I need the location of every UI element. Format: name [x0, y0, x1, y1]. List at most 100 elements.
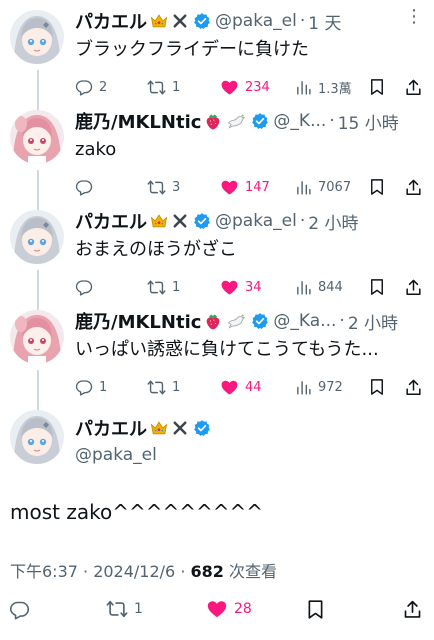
share-button[interactable] — [404, 176, 423, 198]
reply-count: 1 — [99, 379, 108, 395]
bookmark-button[interactable] — [368, 176, 386, 198]
tweet-header: 鹿乃/MKLNtic @_K... · 15 小時 — [75, 108, 424, 134]
reply-icon — [75, 378, 93, 396]
like-button[interactable]: 28 — [206, 598, 252, 620]
retweet-button[interactable]: 3 — [147, 176, 180, 198]
separator-dot: · — [299, 211, 306, 231]
bookmark-button[interactable] — [305, 598, 326, 620]
display-name[interactable]: パカエル — [75, 415, 147, 441]
strawberry-icon — [203, 111, 223, 131]
reply-button[interactable] — [75, 276, 99, 298]
user-handle[interactable]: @_K... — [273, 111, 326, 131]
reply-button[interactable]: 2 — [75, 76, 107, 98]
heart-icon — [220, 378, 239, 397]
reply-icon — [75, 178, 93, 196]
share-icon — [404, 378, 423, 397]
share-icon — [402, 599, 423, 620]
reply-icon — [75, 78, 93, 96]
retweet-icon — [106, 598, 128, 620]
heart-icon — [220, 278, 239, 297]
verified-badge-icon — [251, 112, 269, 130]
timestamp[interactable]: 1 天 — [308, 9, 341, 34]
thread-tweet[interactable]: 鹿乃/MKLNtic @_K... · 15 小時 zako 3 147 706… — [0, 100, 434, 200]
bookmark-button[interactable] — [368, 76, 386, 98]
retweet-icon — [147, 178, 166, 197]
bookmark-icon — [368, 378, 386, 396]
views-icon — [295, 179, 312, 196]
display-name[interactable]: 鹿乃/MKLNtic — [75, 108, 201, 134]
main-tweet-text: most zako^^^^^^^^^ — [10, 500, 264, 524]
retweet-icon — [147, 78, 166, 97]
view-count: 972 — [318, 379, 343, 395]
strawberry-icon — [203, 311, 223, 331]
views-button[interactable]: 844 — [295, 276, 343, 298]
action-bar: 1 34 844 — [75, 276, 424, 298]
main-view-count: 682 — [190, 562, 224, 581]
bookmark-button[interactable] — [368, 276, 386, 298]
more-options-icon[interactable]: ⋮ — [405, 6, 424, 27]
share-button[interactable] — [404, 76, 423, 98]
retweet-button[interactable]: 1 — [147, 276, 180, 298]
reply-button[interactable]: 1 — [75, 376, 107, 398]
like-count: 44 — [245, 379, 262, 395]
tweet-header: パカエル @paka_el · 2 小時 — [75, 208, 424, 234]
verified-badge-icon — [193, 212, 211, 230]
reply-icon — [75, 278, 93, 296]
tweet-text: ブラックフライデーに負けた — [75, 39, 309, 60]
like-button[interactable]: 234 — [220, 76, 270, 98]
timestamp[interactable]: 2 小時 — [348, 309, 398, 334]
bookmark-icon — [368, 278, 386, 296]
like-button[interactable]: 44 — [220, 376, 262, 398]
timestamp[interactable]: 15 小時 — [338, 109, 399, 134]
display-name[interactable]: 鹿乃/MKLNtic — [75, 308, 201, 334]
main-avatar[interactable] — [10, 410, 64, 464]
thread-tweet[interactable]: パカエル @paka_el · 2 小時 おまえのほうがざこ 1 34 844 — [0, 200, 434, 300]
timestamp[interactable]: 2 小時 — [308, 209, 358, 234]
share-button[interactable] — [404, 376, 423, 398]
user-handle[interactable]: @paka_el — [215, 211, 297, 231]
reply-button[interactable] — [75, 176, 99, 198]
like-count: 28 — [234, 601, 252, 617]
post-timestamp[interactable]: 下午6:37 · 2024/12/6 · — [10, 562, 191, 581]
share-button[interactable] — [404, 276, 423, 298]
user-handle[interactable]: @paka_el — [75, 445, 211, 465]
views-icon — [295, 279, 312, 296]
retweet-button[interactable]: 1 — [147, 76, 180, 98]
dove-icon — [225, 111, 247, 131]
main-author: パカエル @paka_el — [75, 415, 211, 465]
views-button[interactable]: 7067 — [295, 176, 351, 198]
views-button[interactable]: 972 — [295, 376, 343, 398]
bookmark-icon — [368, 178, 386, 196]
tweet-text: zako — [75, 139, 117, 160]
avatar[interactable] — [10, 210, 64, 264]
like-button[interactable]: 34 — [220, 276, 262, 298]
views-icon — [295, 79, 312, 96]
verified-badge-icon — [193, 419, 211, 437]
bookmark-button[interactable] — [368, 376, 386, 398]
view-count: 7067 — [318, 179, 352, 195]
separator-dot: · — [329, 111, 335, 131]
thread-tweet[interactable]: 鹿乃/MKLNtic @_Ka... · 2 小時 いっぱい誘惑に負けてこうても… — [0, 300, 434, 400]
reply-count: 2 — [99, 79, 108, 95]
views-button[interactable]: 1.3萬 — [295, 76, 352, 98]
display-name[interactable]: パカエル — [75, 208, 147, 234]
views-label: 次查看 — [223, 562, 277, 581]
user-handle[interactable]: @_Ka... — [273, 311, 336, 331]
bookmark-icon — [368, 78, 386, 96]
thread-tweet[interactable]: パカエル @paka_el · 1 天 ⋮ ブラックフライデーに負けた 2 1 … — [0, 0, 434, 100]
user-handle[interactable]: @paka_el — [215, 11, 297, 31]
share-button[interactable] — [402, 598, 423, 620]
avatar[interactable] — [10, 10, 64, 64]
retweet-button[interactable]: 1 — [106, 598, 143, 620]
display-name[interactable]: パカエル — [75, 8, 147, 34]
retweet-button[interactable]: 1 — [147, 376, 180, 398]
like-button[interactable]: 147 — [220, 176, 270, 198]
retweet-count: 1 — [172, 279, 181, 295]
tweet-text: いっぱい誘惑に負けてこうてもうた... — [75, 339, 379, 360]
avatar[interactable] — [10, 110, 64, 164]
reply-button[interactable] — [9, 598, 30, 620]
action-bar: 2 1 234 1.3萬 — [75, 76, 424, 98]
views-icon — [295, 379, 312, 396]
avatar[interactable] — [10, 310, 64, 364]
x-mark-icon — [171, 12, 189, 30]
